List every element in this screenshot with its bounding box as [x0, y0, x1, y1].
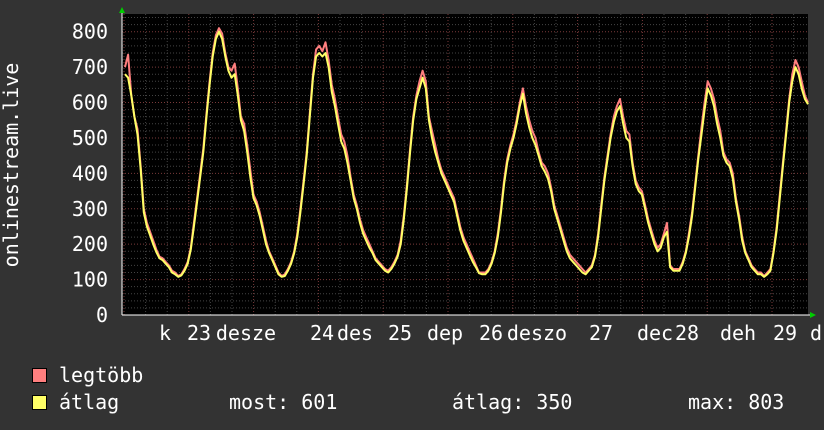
y-axis-label: onlinestream.live: [0, 63, 23, 268]
x-tick-label: k: [159, 321, 171, 345]
x-tick-label: deszo: [507, 321, 567, 345]
y-tick-label: 700: [72, 55, 108, 79]
y-tick-label: 800: [72, 20, 108, 44]
x-tick-label: desze: [216, 321, 276, 345]
x-tick-label: dec: [637, 321, 673, 345]
x-tick-label: des: [337, 321, 373, 345]
x-axis-arrow: [810, 312, 816, 318]
x-tick-label: d: [810, 321, 822, 345]
legend-label-max: legtöbb: [59, 363, 144, 387]
x-tick-label: 27: [589, 321, 613, 345]
y-axis-arrow: [119, 7, 125, 13]
x-tick-label: 24: [310, 321, 334, 345]
y-tick-label: 500: [72, 126, 108, 150]
x-tick-label: 28: [675, 321, 699, 345]
stat-current-label: most:: [229, 390, 290, 414]
stat-average: átlag: 350: [452, 390, 572, 414]
legend-item-avg: átlag: [32, 390, 119, 414]
y-tick-label: 100: [72, 268, 108, 292]
y-tick-label: 0: [96, 303, 108, 327]
stat-average-label: átlag:: [452, 390, 525, 414]
x-tick-label: 29: [773, 321, 797, 345]
y-tick-label: 600: [72, 91, 108, 115]
x-tick-label: dep: [427, 321, 463, 345]
legend-swatch-max: [32, 367, 47, 383]
x-tick-label: 23: [187, 321, 211, 345]
stat-maximum-label: max:: [688, 390, 737, 414]
stat-average-value: 350: [536, 390, 573, 414]
stat-current-value: 601: [301, 390, 338, 414]
legend-item-max: legtöbb: [32, 363, 143, 387]
x-tick-label: 26: [479, 321, 503, 345]
legend-label-avg: átlag: [59, 390, 120, 414]
y-tick-label: 400: [72, 161, 108, 185]
stat-maximum-value: 803: [748, 390, 785, 414]
stat-maximum: max: 803: [688, 390, 784, 414]
y-tick-label: 300: [72, 197, 108, 221]
legend-swatch-avg: [32, 394, 47, 410]
x-tick-label: 25: [388, 321, 412, 345]
stat-current: most: 601: [229, 390, 337, 414]
chart-canvas: 0 100 200 300 400 500 600 700 800 onlinestream.li…: [0, 0, 824, 430]
x-tick-label: deh: [720, 321, 756, 345]
y-tick-label: 200: [72, 232, 108, 256]
